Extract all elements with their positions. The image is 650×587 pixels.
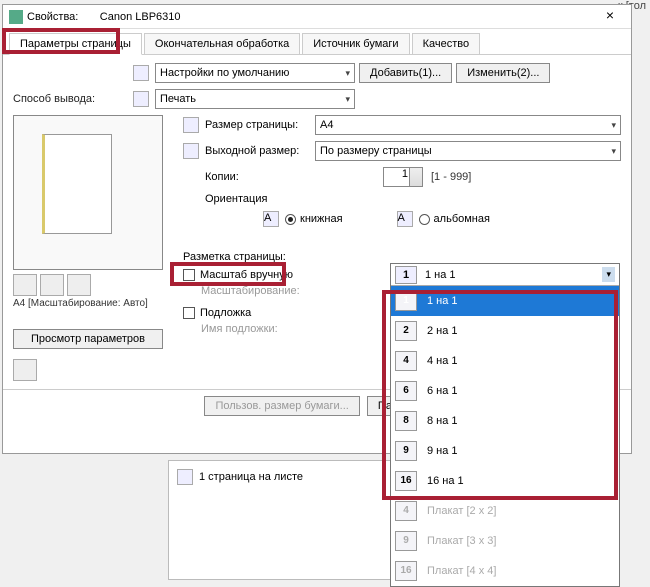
page-layout-option[interactable]: 1616 на 1 (391, 466, 619, 496)
page-layout-option[interactable]: 66 на 1 (391, 376, 619, 406)
page-layout-option[interactable]: 99 на 1 (391, 436, 619, 466)
tab-paper-source[interactable]: Источник бумаги (302, 33, 409, 54)
preview-tool-2[interactable] (40, 274, 64, 296)
page-layout-option: 9Плакат [3 x 3] (391, 526, 619, 556)
copies-range: [1 - 999] (431, 171, 471, 183)
copies-input[interactable]: 1 (383, 167, 423, 187)
page-size-select[interactable]: A4 (315, 115, 621, 135)
layout-thumb-icon: 4 (395, 501, 417, 521)
page-layout-option: 16Плакат [4 x 4] (391, 556, 619, 586)
window-title: Свойства: Canon LBP6310 (27, 11, 595, 23)
output-method-select[interactable]: Печать (155, 89, 355, 109)
reset-button[interactable] (13, 359, 37, 381)
page-layout-option[interactable]: 44 на 1 (391, 346, 619, 376)
layout-thumb-icon: 16 (395, 471, 417, 491)
output-icon (133, 91, 149, 107)
page-layout-label: Разметка страницы: (183, 251, 313, 263)
orientation-label: Ориентация (183, 193, 313, 205)
tab-strip: Параметры страницы Окончательная обработ… (3, 29, 631, 55)
layout-thumb-icon: 9 (395, 531, 417, 551)
page-layout-option: 4Плакат [2 x 2] (391, 496, 619, 526)
pages-per-sheet-icon (177, 469, 193, 485)
output-method-label: Способ вывода: (13, 93, 133, 105)
tab-finishing[interactable]: Окончательная обработка (144, 33, 300, 54)
view-parameters-button[interactable]: Просмотр параметров (13, 329, 163, 349)
printer-icon (9, 10, 23, 24)
page-layout-list: 11 на 122 на 144 на 166 на 188 на 199 на… (391, 286, 619, 586)
page-size-icon (183, 117, 199, 133)
preview-tool-3[interactable] (67, 274, 91, 296)
orientation-landscape-radio[interactable]: альбомная (419, 213, 490, 225)
profile-select[interactable]: Настройки по умолчанию (155, 63, 355, 83)
orientation-portrait-radio[interactable]: книжная (285, 213, 343, 225)
preview-page (42, 134, 112, 234)
edit-profile-button[interactable]: Изменить(2)... (456, 63, 550, 83)
layout-thumb-icon: 2 (395, 321, 417, 341)
titlebar: Свойства: Canon LBP6310 × (3, 5, 631, 29)
page-layout-option[interactable]: 22 на 1 (391, 316, 619, 346)
pages-per-sheet-label: 1 страница на листе (199, 471, 303, 483)
custom-paper-button[interactable]: Пользов. размер бумаги... (204, 396, 359, 416)
preview-caption: A4 [Масштабирование: Авто] (13, 298, 173, 309)
layout-thumb-icon: 6 (395, 381, 417, 401)
tab-page-setup[interactable]: Параметры страницы (9, 33, 142, 55)
page-layout-dropdown: 1 1 на 1 11 на 122 на 144 на 166 на 188 … (390, 263, 620, 587)
portrait-icon: A (263, 211, 279, 227)
output-size-select[interactable]: По размеру страницы (315, 141, 621, 161)
page-size-label: Размер страницы: (205, 119, 315, 131)
layout-thumb-icon: 1 (395, 266, 417, 284)
output-size-icon (183, 143, 199, 159)
close-button[interactable]: × (595, 7, 625, 27)
landscape-icon: A (397, 211, 413, 227)
profile-icon (133, 65, 149, 81)
layout-thumb-icon: 16 (395, 561, 417, 581)
page-layout-current[interactable]: 1 1 на 1 (391, 264, 619, 286)
page-layout-option[interactable]: 88 на 1 (391, 406, 619, 436)
preview-tool-1[interactable] (13, 274, 37, 296)
page-layout-option[interactable]: 11 на 1 (391, 286, 619, 316)
layout-thumb-icon: 4 (395, 351, 417, 371)
layout-thumb-icon: 1 (395, 291, 417, 311)
output-size-label: Выходной размер: (205, 145, 315, 157)
preview-pane (13, 115, 163, 270)
copies-label: Копии: (183, 171, 313, 183)
add-profile-button[interactable]: Добавить(1)... (359, 63, 452, 83)
layout-thumb-icon: 9 (395, 441, 417, 461)
layout-thumb-icon: 8 (395, 411, 417, 431)
tab-quality[interactable]: Качество (412, 33, 481, 54)
